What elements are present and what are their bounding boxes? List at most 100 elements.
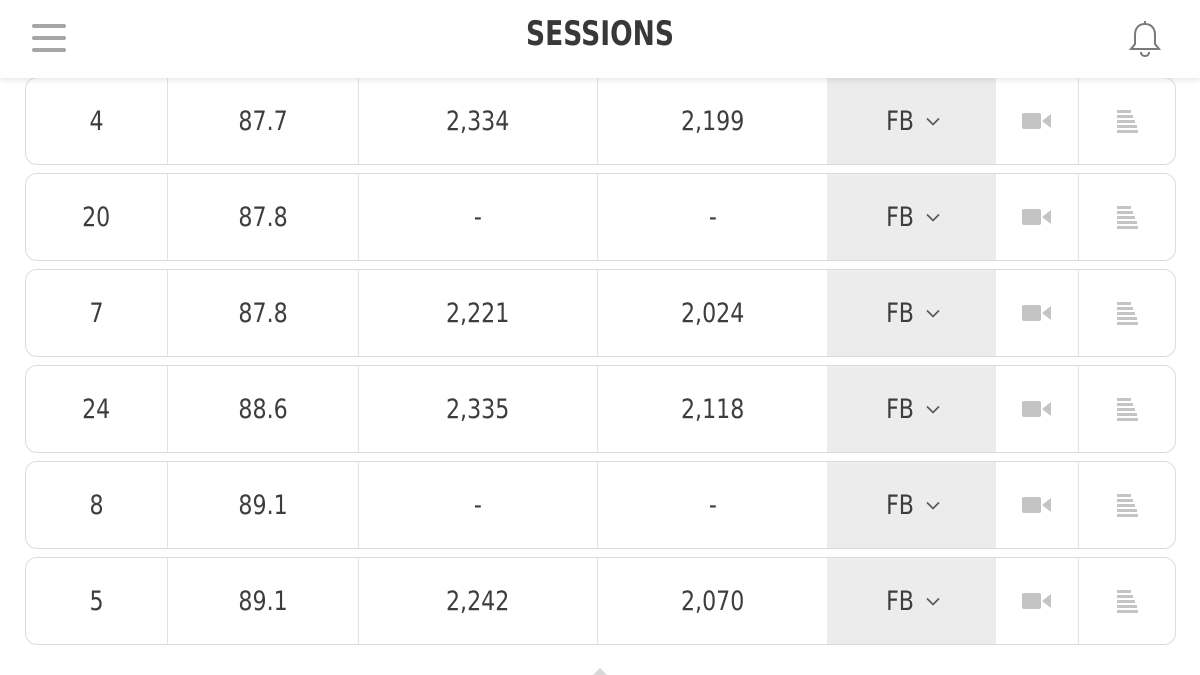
session-col3-value: -	[474, 489, 482, 521]
session-number: 20	[82, 201, 111, 233]
chevron-down-icon	[925, 597, 940, 606]
chevron-down-icon	[925, 501, 940, 510]
tag-dropdown[interactable]: FB	[827, 78, 996, 164]
session-number: 4	[89, 105, 104, 137]
chevron-down-icon	[925, 213, 940, 222]
session-col4-value: -	[708, 201, 717, 233]
video-camera-icon	[1022, 401, 1051, 417]
notes-icon	[1117, 302, 1138, 325]
video-button[interactable]	[996, 558, 1079, 644]
session-value: 89.1	[238, 585, 288, 617]
session-number: 24	[82, 393, 111, 425]
video-button[interactable]	[996, 78, 1079, 164]
session-col4-value: -	[708, 489, 717, 521]
video-camera-icon	[1022, 593, 1051, 609]
session-col3-value: 2,221	[446, 297, 510, 329]
notes-button[interactable]	[1079, 78, 1175, 164]
tag-label: FB	[886, 585, 915, 617]
tag-label: FB	[886, 393, 915, 425]
session-number-cell: 8	[26, 462, 168, 548]
page-title: SESSIONS	[526, 14, 674, 54]
top-bar: SESSIONS	[0, 0, 1200, 78]
session-value-cell: 89.1	[168, 462, 359, 548]
tag-dropdown[interactable]: FB	[827, 174, 996, 260]
session-row: 20 87.8 - - FB	[25, 173, 1176, 261]
session-number-cell: 20	[26, 174, 168, 260]
video-button[interactable]	[996, 366, 1079, 452]
tag-label: FB	[886, 297, 915, 329]
session-col3-cell: -	[359, 462, 598, 548]
hamburger-menu-icon[interactable]	[32, 24, 66, 52]
session-value: 87.8	[238, 297, 288, 329]
notes-icon	[1117, 398, 1138, 421]
session-value: 87.7	[238, 105, 288, 137]
session-col3-value: -	[474, 201, 482, 233]
session-value-cell: 87.7	[168, 78, 359, 164]
tag-dropdown[interactable]: FB	[827, 462, 996, 548]
session-row: 8 89.1 - - FB	[25, 461, 1176, 549]
tag-label: FB	[886, 105, 915, 137]
session-value-cell: 87.8	[168, 270, 359, 356]
session-col4-cell: -	[598, 174, 827, 260]
session-number-cell: 4	[26, 78, 168, 164]
session-number-cell: 5	[26, 558, 168, 644]
video-camera-icon	[1022, 113, 1051, 129]
session-value-cell: 87.8	[168, 174, 359, 260]
session-number: 7	[89, 297, 104, 329]
session-col3-value: 2,335	[446, 393, 510, 425]
video-camera-icon	[1022, 497, 1051, 513]
session-value: 88.6	[238, 393, 288, 425]
tag-dropdown[interactable]: FB	[827, 270, 996, 356]
chevron-down-icon	[925, 309, 940, 318]
scroll-up-indicator-icon[interactable]	[593, 668, 607, 675]
bell-icon[interactable]	[1127, 20, 1163, 58]
tag-label: FB	[886, 489, 915, 521]
session-col4-cell: 2,070	[598, 558, 827, 644]
session-col4-value: 2,070	[680, 585, 745, 617]
session-col4-cell: 2,118	[598, 366, 827, 452]
tag-label: FB	[886, 201, 915, 233]
session-col3-cell: -	[359, 174, 598, 260]
notes-icon	[1117, 110, 1138, 133]
session-col4-cell: 2,024	[598, 270, 827, 356]
session-value-cell: 88.6	[168, 366, 359, 452]
chevron-down-icon	[925, 117, 940, 126]
video-button[interactable]	[996, 270, 1079, 356]
notes-icon	[1117, 590, 1138, 613]
session-number: 8	[89, 489, 104, 521]
session-col4-value: 2,118	[680, 393, 745, 425]
session-row: 24 88.6 2,335 2,118 FB	[25, 365, 1176, 453]
video-button[interactable]	[996, 462, 1079, 548]
notes-button[interactable]	[1079, 462, 1175, 548]
session-col4-cell: 2,199	[598, 78, 827, 164]
notes-button[interactable]	[1079, 270, 1175, 356]
session-col4-value: 2,024	[680, 297, 745, 329]
notes-button[interactable]	[1079, 558, 1175, 644]
session-number: 5	[89, 585, 104, 617]
session-value-cell: 89.1	[168, 558, 359, 644]
session-col3-cell: 2,334	[359, 78, 598, 164]
session-col3-cell: 2,242	[359, 558, 598, 644]
session-col3-cell: 2,335	[359, 366, 598, 452]
session-col4-cell: -	[598, 462, 827, 548]
notes-button[interactable]	[1079, 366, 1175, 452]
notes-button[interactable]	[1079, 174, 1175, 260]
session-value: 87.8	[238, 201, 288, 233]
session-row: 7 87.8 2,221 2,024 FB	[25, 269, 1176, 357]
session-col3-value: 2,242	[446, 585, 510, 617]
video-camera-icon	[1022, 209, 1051, 225]
session-col4-value: 2,199	[680, 105, 745, 137]
session-value: 89.1	[238, 489, 288, 521]
tag-dropdown[interactable]: FB	[827, 558, 996, 644]
session-number-cell: 24	[26, 366, 168, 452]
session-col3-value: 2,334	[446, 105, 510, 137]
chevron-down-icon	[925, 405, 940, 414]
session-number-cell: 7	[26, 270, 168, 356]
video-camera-icon	[1022, 305, 1051, 321]
session-row: 4 87.7 2,334 2,199 FB	[25, 77, 1176, 165]
session-col3-cell: 2,221	[359, 270, 598, 356]
video-button[interactable]	[996, 174, 1079, 260]
notes-icon	[1117, 494, 1138, 517]
tag-dropdown[interactable]: FB	[827, 366, 996, 452]
session-row: 5 89.1 2,242 2,070 FB	[25, 557, 1176, 645]
